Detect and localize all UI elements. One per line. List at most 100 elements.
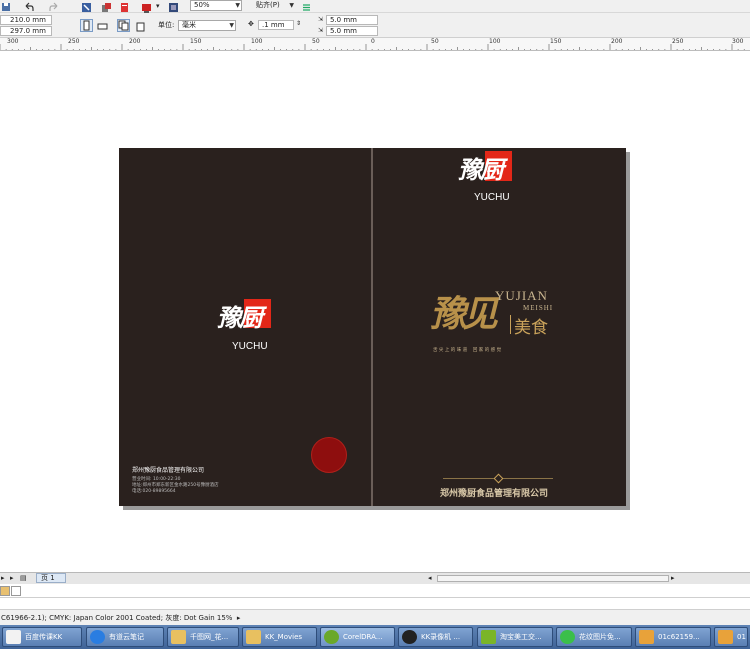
logo-subtitle: YUCHU xyxy=(232,341,268,352)
taskbar-item[interactable]: 有道云笔记 xyxy=(86,627,164,647)
color-profile-status: C61966-2.1); CMYK: Japan Color 2001 Coat… xyxy=(1,614,233,622)
ruler-label: 100 xyxy=(251,38,263,45)
duplicate-y-icon: ⇲ xyxy=(318,27,324,34)
units-select[interactable]: 毫米 ▼ xyxy=(178,20,236,31)
export-icon[interactable] xyxy=(100,1,111,12)
title-divider xyxy=(510,315,511,334)
taskbar-item[interactable]: 淘宝美工交... xyxy=(477,627,553,647)
taskbar-item-label: 百度传课KK xyxy=(25,633,63,641)
page-height-field[interactable]: 297.0 mm xyxy=(0,26,52,36)
title-calligraphy: 豫见 xyxy=(430,293,498,335)
logo-subtitle: YUCHU xyxy=(474,192,510,203)
nudge-icon: ✥ xyxy=(248,20,254,28)
page-width-value: 210.0 mm xyxy=(10,16,46,24)
taskbar-item[interactable]: 千图网_花... xyxy=(167,627,239,647)
first-page-icon[interactable]: ▸ xyxy=(1,574,5,583)
options-icon[interactable] xyxy=(300,1,311,12)
title-chinese: 美食 xyxy=(514,318,548,338)
import-icon[interactable] xyxy=(80,1,91,12)
add-page-icon[interactable]: ▤ xyxy=(20,574,27,583)
taskbar-item[interactable]: 百度传课KK xyxy=(2,627,82,647)
duplicate-distance-y-value: 5.0 mm xyxy=(330,27,357,35)
expand-arrow-icon[interactable]: ▸ xyxy=(235,614,241,622)
chevron-down-icon: ▼ xyxy=(229,22,234,29)
horizontal-scrollbar-thumb[interactable] xyxy=(437,575,669,582)
zoom-level-value: 50% xyxy=(194,1,210,9)
ruler-label: 50 xyxy=(312,38,320,45)
windows-taskbar: 百度传课KK 有道云笔记 千图网_花... KK_Movies CorelDRA… xyxy=(0,625,750,649)
taskbar-item[interactable]: 花纹图片免... xyxy=(556,627,632,647)
last-page-icon[interactable]: ▸ xyxy=(10,574,14,583)
ruler-label: 200 xyxy=(129,38,141,45)
ruler-label: 250 xyxy=(68,38,80,45)
outline-color-swatch[interactable] xyxy=(11,586,21,596)
units-value: 毫米 xyxy=(182,21,196,29)
current-page-icon[interactable] xyxy=(134,20,145,32)
taskbar-item[interactable]: KK_Movies xyxy=(242,627,317,647)
undo-icon[interactable] xyxy=(22,1,34,12)
document-palette xyxy=(0,584,750,598)
logo-calligraphy: 豫厨 xyxy=(458,155,504,184)
nudge-distance-field[interactable]: .1 mm xyxy=(258,20,294,30)
chevron-down-icon: ▼ xyxy=(289,2,294,9)
title-english-line2: MEISHI xyxy=(523,304,554,312)
back-company-name: 郑州豫厨食品管理有限公司 xyxy=(132,467,205,474)
landscape-orientation-icon[interactable] xyxy=(96,20,108,31)
page-height-value: 297.0 mm xyxy=(10,27,46,35)
ruler-label: 150 xyxy=(190,38,202,45)
publish-pdf-icon[interactable] xyxy=(118,1,129,12)
standard-toolbar: ▾ 50% ▼ 贴齐(P) ▼ xyxy=(0,0,750,13)
ruler-label: 50 xyxy=(431,38,439,45)
welcome-screen-icon[interactable] xyxy=(167,1,178,12)
taskbar-item-label: KK录像机 ... xyxy=(421,633,461,641)
front-cover-page[interactable]: 豫厨 YUCHU 豫见 YUJIAN MEISHI 美食 舌 尖 上 的 味 道… xyxy=(373,148,626,506)
spin-arrows-icon[interactable]: ⇕ xyxy=(296,19,301,28)
taskbar-item-active[interactable]: CorelDRA... xyxy=(320,627,395,647)
front-company-name: 郑州豫厨食品管理有限公司 xyxy=(440,489,549,499)
notes-app-icon xyxy=(90,630,105,644)
taskbar-item[interactable]: 01 xyxy=(714,627,748,647)
ruler-label: 200 xyxy=(611,38,623,45)
taskbar-item-label: 01c62159... xyxy=(658,633,700,641)
ruler-ticks xyxy=(0,44,745,50)
horizontal-ruler[interactable]: 300 250 200 150 100 50 0 50 100 150 200 … xyxy=(0,38,750,51)
back-cover-page[interactable]: 豫厨 YUCHU 郑州豫厨食品管理有限公司 营业时间: 10:00-22:30 … xyxy=(119,148,371,506)
zoom-level-select[interactable]: 50% ▼ xyxy=(190,0,242,11)
scroll-right-icon[interactable]: ▸ xyxy=(671,574,675,583)
chevron-down-icon[interactable]: ▾ xyxy=(156,2,160,11)
all-pages-icon[interactable] xyxy=(117,19,130,32)
red-seal-circle xyxy=(311,437,347,473)
page-1-tab-label: 页 1 xyxy=(41,574,55,582)
taskbar-item[interactable]: KK录像机 ... xyxy=(398,627,473,647)
chevron-down-icon: ▼ xyxy=(235,2,240,9)
ruler-label: 300 xyxy=(7,38,19,45)
page-1-tab[interactable]: 页 1 xyxy=(36,573,66,583)
page-width-field[interactable]: 210.0 mm xyxy=(0,15,52,25)
duplicate-x-icon: ⇲ xyxy=(318,16,324,23)
duplicate-distance-x-field[interactable]: 5.0 mm xyxy=(326,15,378,25)
save-icon[interactable] xyxy=(0,1,11,12)
app-launcher-icon[interactable] xyxy=(140,1,151,13)
coreldraw-icon xyxy=(324,630,339,644)
taskbar-item[interactable]: 01c62159... xyxy=(635,627,711,647)
taskbar-item-label: 花纹图片免... xyxy=(579,633,621,641)
duplicate-distance-y-field[interactable]: 5.0 mm xyxy=(326,26,378,36)
recorder-icon xyxy=(402,630,417,644)
fill-color-swatch[interactable] xyxy=(0,586,10,596)
snap-to-menu[interactable]: 贴齐(P) ▼ xyxy=(252,0,296,11)
taskbar-item-label: 淘宝美工交... xyxy=(500,633,542,641)
portrait-orientation-icon[interactable] xyxy=(80,19,93,32)
nudge-distance-value: .1 mm xyxy=(262,21,285,29)
redo-icon[interactable] xyxy=(48,1,59,12)
taskbar-item-label: 千图网_花... xyxy=(190,633,229,641)
taskbar-item-label: 有道云笔记 xyxy=(109,633,144,641)
property-bar: 210.0 mm 297.0 mm 单位: 毫米 ▼ ✥ .1 mm ⇕ ⇲ 5.… xyxy=(0,13,750,38)
back-phone: 电话:020-89895664 xyxy=(132,489,176,494)
ruler-label: 250 xyxy=(672,38,684,45)
scroll-left-icon[interactable]: ◂ xyxy=(428,574,432,583)
taskbar-item-label: 01 xyxy=(737,633,746,641)
ornament-diamond xyxy=(493,473,504,484)
ruler-label: 150 xyxy=(550,38,562,45)
ruler-label: 100 xyxy=(489,38,501,45)
drawing-canvas[interactable]: 豫厨 YUCHU 郑州豫厨食品管理有限公司 营业时间: 10:00-22:30 … xyxy=(0,51,750,572)
